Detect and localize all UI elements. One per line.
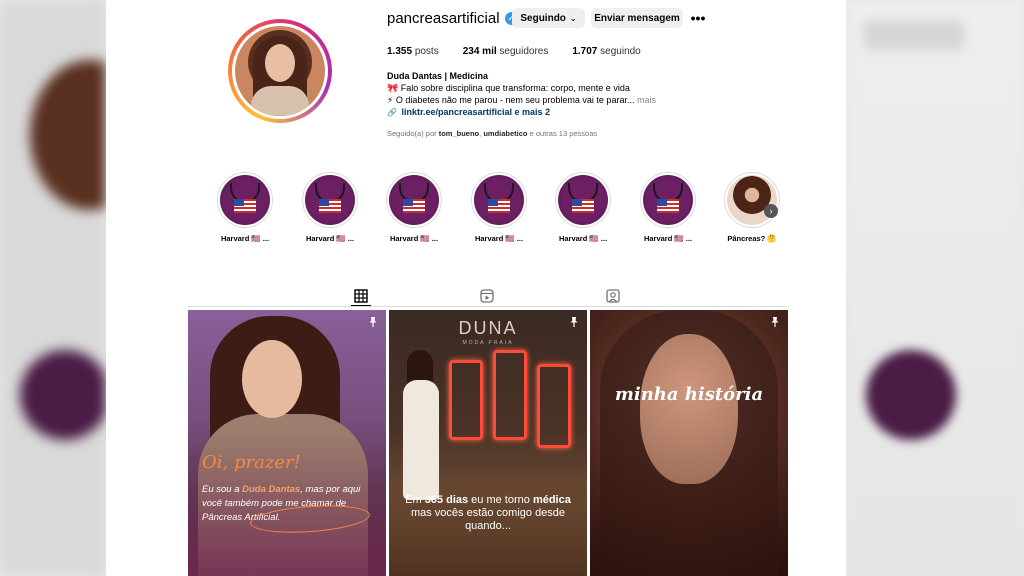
highlight-item[interactable]: Harvard 🇺🇸 ... [469, 172, 529, 243]
us-flag-icon [488, 199, 510, 213]
highlight-item[interactable]: Harvard 🇺🇸 ... [384, 172, 444, 243]
post-tile[interactable]: Oi, prazer! Eu sou a Duda Dantas, mas po… [188, 310, 386, 576]
highlight-label: Harvard 🇺🇸 ... [643, 234, 693, 243]
highlight-label: Harvard 🇺🇸 ... [474, 234, 524, 243]
highlight-item[interactable]: Harvard 🇺🇸 ... [215, 172, 275, 243]
highlight-label: Harvard 🇺🇸 ... [558, 234, 608, 243]
post-greeting: Oi, prazer! [202, 452, 301, 473]
highlight-label: Harvard 🇺🇸 ... [220, 234, 270, 243]
bio-line-1: 🎀 Falo sobre disciplina que transforma: … [387, 83, 630, 93]
post-caption-text: Em 365 dias eu me torno médica mas vocês… [405, 494, 571, 532]
bio-line-2: ⚡ O diabetes não me parou - nem seu prob… [387, 95, 635, 105]
posts-count: 1.355 posts [387, 46, 439, 57]
send-message-button[interactable]: Enviar mensagem [591, 8, 683, 28]
story-highlights: Harvard 🇺🇸 ... Harvard 🇺🇸 ... Harvard 🇺🇸… [215, 172, 795, 252]
username-row: pancreasartificial ✓ [387, 8, 518, 28]
tabs-divider [188, 306, 786, 307]
us-flag-icon [657, 199, 679, 213]
more-options-icon[interactable]: ••• [690, 8, 706, 28]
highlight-label: Harvard 🇺🇸 ... [305, 234, 355, 243]
bio-link-row: 🔗 linktr.ee/pancreasartificial e mais 2 [387, 106, 687, 119]
chevron-down-icon: ⌄ [569, 13, 577, 23]
us-flag-icon [319, 199, 341, 213]
post-brand-logo: DUNA [458, 318, 518, 338]
following-button[interactable]: Seguindo ⌄ [512, 8, 585, 28]
post-brand-subtitle: MODA PRAIA [462, 340, 514, 346]
tab-posts[interactable] [351, 286, 371, 306]
highlight-item[interactable]: Harvard 🇺🇸 ... [553, 172, 613, 243]
followed-by[interactable]: Seguido(a) por tom_bueno, umdiabetico e … [387, 129, 597, 138]
profile-page: pancreasartificial ✓ Seguindo ⌄ Enviar m… [106, 0, 846, 576]
bio-link[interactable]: linktr.ee/pancreasartificial e mais 2 [401, 107, 550, 117]
highlight-item[interactable]: Harvard 🇺🇸 ... [638, 172, 698, 243]
profile-stats: 1.355 posts 234 mil seguidores 1.707 seg… [387, 46, 665, 57]
neon-365-sign [449, 350, 579, 460]
tab-reels[interactable] [477, 286, 497, 306]
us-flag-icon [234, 199, 256, 213]
post-title: minha história [614, 384, 764, 405]
link-icon: 🔗 [387, 108, 397, 117]
posts-grid: Oi, prazer! Eu sou a Duda Dantas, mas po… [188, 310, 788, 576]
pin-icon [771, 317, 779, 327]
highlight-label: Harvard 🇺🇸 ... [389, 234, 439, 243]
post-tile[interactable]: DUNA MODA PRAIA Em 365 dias eu me torno … [389, 310, 587, 576]
background-blur-right [846, 0, 1024, 576]
grid-icon [354, 288, 368, 303]
following-button-label: Seguindo [520, 12, 566, 24]
bio-more-link[interactable]: mais [637, 95, 656, 105]
bio-line-2-wrap: ⚡ O diabetes não me parou - nem seu prob… [387, 94, 687, 106]
followers-count[interactable]: 234 mil seguidores [463, 46, 549, 57]
highlight-item[interactable]: Harvard 🇺🇸 ... [300, 172, 360, 243]
pin-icon [369, 317, 377, 327]
tab-tagged[interactable] [603, 286, 623, 306]
background-blur-left [0, 0, 106, 576]
profile-avatar[interactable] [228, 19, 332, 123]
highlight-label: Pâncreas? 🤔 [727, 234, 777, 243]
username: pancreasartificial [387, 9, 500, 27]
highlights-next-icon[interactable]: › [764, 204, 778, 218]
us-flag-icon [572, 199, 594, 213]
us-flag-icon [403, 199, 425, 213]
reels-icon [480, 289, 494, 303]
following-count[interactable]: 1.707 seguindo [572, 46, 640, 57]
send-message-label: Enviar mensagem [594, 12, 680, 24]
profile-bio: Duda Dantas | Medicina 🎀 Falo sobre disc… [387, 70, 687, 119]
post-tile[interactable]: minha história [590, 310, 788, 576]
bio-name: Duda Dantas | Medicina [387, 71, 489, 81]
pin-icon [570, 317, 578, 327]
tagged-icon [606, 289, 620, 303]
